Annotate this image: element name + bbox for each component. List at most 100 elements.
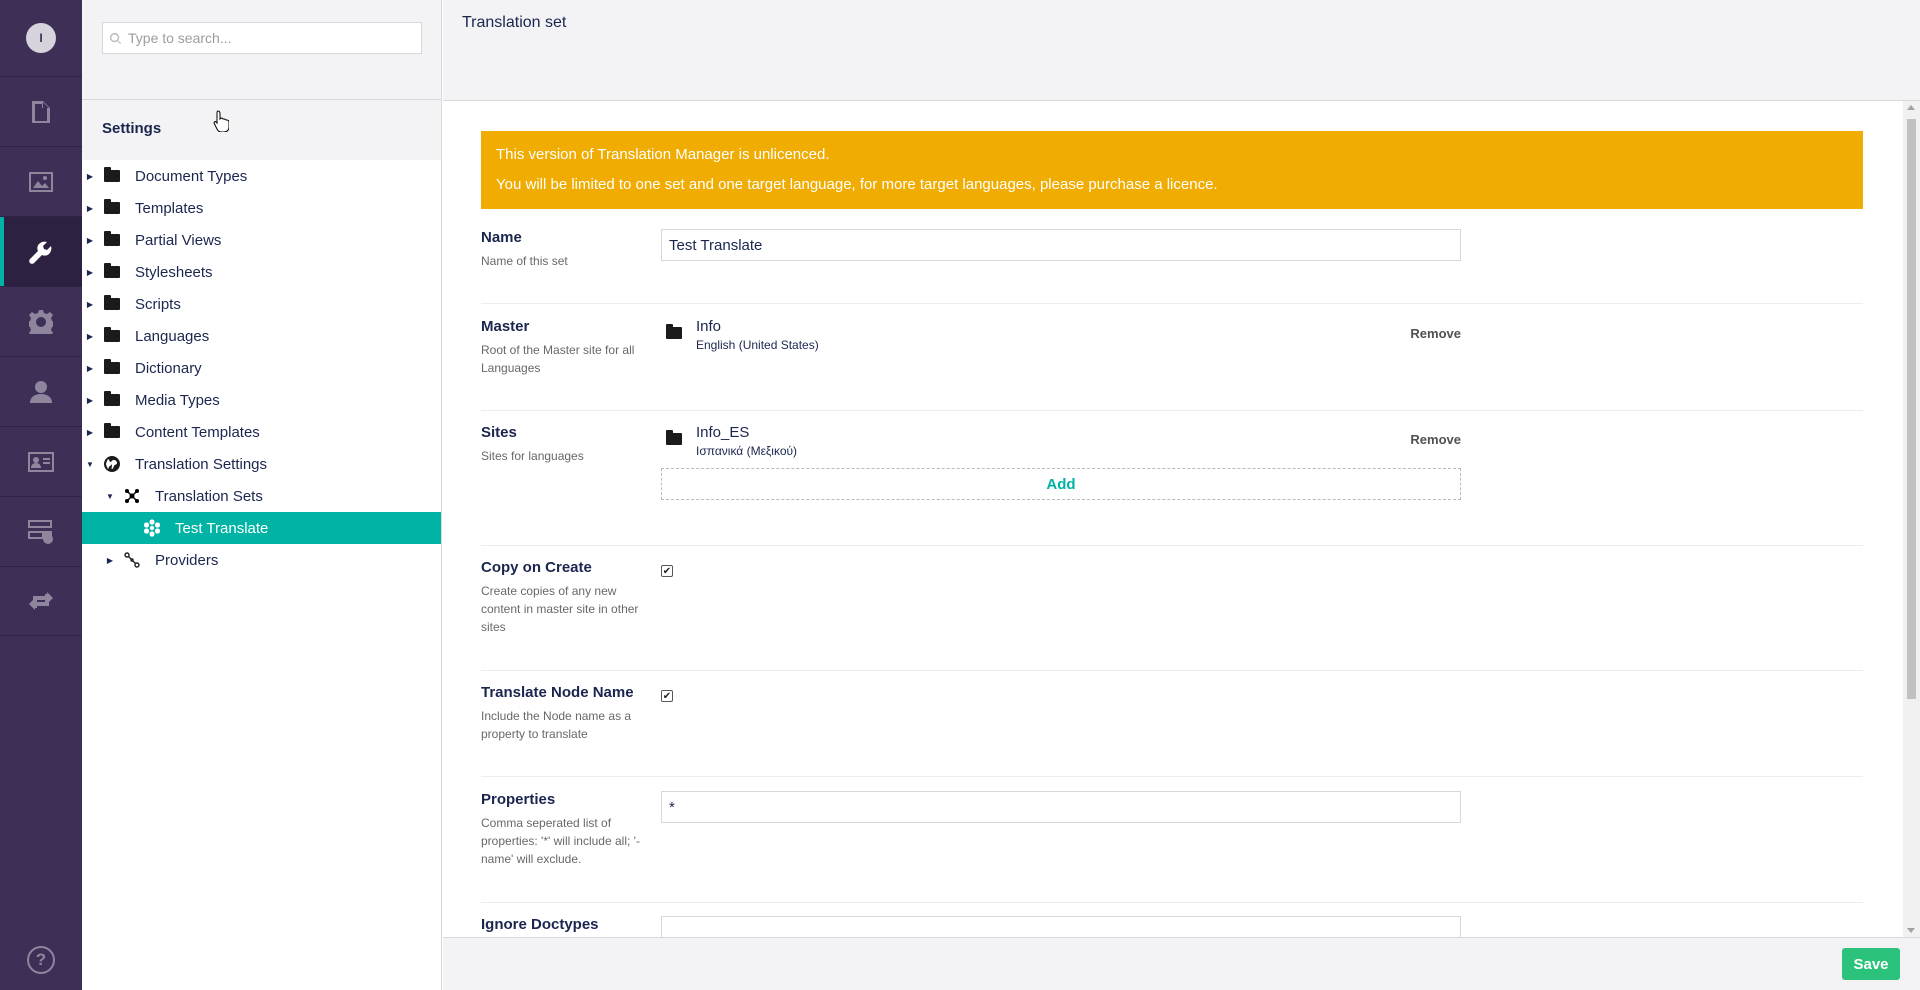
page-title: Translation set (462, 14, 567, 31)
licence-warning-line2: You will be limited to one set and one t… (496, 176, 1218, 193)
tree-item-languages[interactable]: ▶ Languages (82, 320, 441, 352)
section-forms[interactable] (0, 496, 82, 566)
tree-item-templates[interactable]: ▶ Templates (82, 192, 441, 224)
tree-item-document-types[interactable]: ▶ Document Types (82, 160, 441, 192)
property-translate-node-name: Translate Node Name Include the Node nam… (481, 684, 1863, 777)
editor-footer: Save (443, 937, 1920, 990)
editor-scrollbar[interactable] (1903, 101, 1920, 937)
tree-item-translation-sets[interactable]: ▼ Translation Sets (82, 480, 441, 512)
property-label: Name (481, 229, 522, 246)
property-description: Sites for languages (481, 449, 584, 463)
tree-item-label: Document Types (135, 167, 248, 185)
tree-item-media-types[interactable]: ▶ Media Types (82, 384, 441, 416)
property-description: Create copies of any new content in mast… (481, 584, 639, 634)
globe-icon (104, 456, 120, 472)
caret-right-icon[interactable]: ▶ (85, 428, 95, 437)
save-button[interactable]: Save (1842, 948, 1900, 980)
property-label: Master (481, 318, 530, 335)
scrollbar-thumb[interactable] (1907, 119, 1916, 699)
caret-right-icon[interactable]: ▶ (85, 204, 95, 213)
folder-icon (104, 423, 120, 438)
editor-panel: Translation set This version of Translat… (443, 0, 1920, 990)
section-media[interactable] (0, 146, 82, 216)
help-area: ? (0, 946, 82, 974)
translate-node-name-checkbox[interactable]: ✔ (661, 690, 673, 702)
caret-right-icon[interactable]: ▶ (85, 300, 95, 309)
property-description: Root of the Master site for all Language… (481, 343, 635, 375)
property-ignore-doctypes: Ignore Doctypes (481, 916, 1863, 937)
scroll-down-arrow-icon[interactable] (1907, 928, 1915, 933)
tree-list: ▶ Document Types ▶ Templates ▶ Partial V… (82, 160, 441, 576)
tree-item-label: Content Templates (135, 423, 260, 441)
site-node-name: Info_ES (696, 424, 750, 441)
tree-item-label: Test Translate (175, 519, 269, 537)
site-node-culture: Ισπανικά (Μεξικού) (696, 444, 798, 458)
media-icon (29, 171, 53, 192)
section-settings[interactable] (0, 216, 82, 286)
licence-warning: This version of Translation Manager is u… (481, 131, 1863, 209)
folder-icon (104, 263, 120, 278)
section-rail: I ? (0, 0, 82, 990)
help-icon[interactable]: ? (27, 946, 55, 974)
caret-right-icon[interactable]: ▶ (85, 236, 95, 245)
translation-icon (29, 592, 53, 610)
properties-input[interactable] (661, 791, 1461, 823)
folder-icon (104, 359, 120, 374)
master-remove-button[interactable]: Remove (1410, 326, 1461, 341)
tree-item-label: Dictionary (135, 359, 202, 377)
settings-wrench-icon (29, 241, 52, 264)
tree-item-label: Partial Views (135, 231, 222, 249)
caret-right-icon[interactable]: ▶ (85, 396, 95, 405)
section-members[interactable] (0, 426, 82, 496)
tree-item-scripts[interactable]: ▶ Scripts (82, 288, 441, 320)
property-label: Properties (481, 791, 556, 808)
add-site-button[interactable]: Add (661, 468, 1461, 500)
section-users[interactable] (0, 356, 82, 426)
tree-item-stylesheets[interactable]: ▶ Stylesheets (82, 256, 441, 288)
section-content[interactable] (0, 76, 82, 146)
licence-warning-line1: This version of Translation Manager is u… (496, 146, 830, 163)
copy-on-create-checkbox[interactable]: ✔ (661, 565, 673, 577)
tree-item-dictionary[interactable]: ▶ Dictionary (82, 352, 441, 384)
users-icon (30, 380, 52, 403)
members-icon (28, 451, 54, 472)
site-node-picker: Info_ES Ισπανικά (Μεξικού) Remove (661, 424, 1461, 468)
tree-item-providers[interactable]: ▶ Providers (82, 544, 441, 576)
section-translation[interactable] (0, 566, 82, 636)
folder-icon (666, 324, 682, 339)
tree-item-label: Templates (135, 199, 204, 217)
editor-body: This version of Translation Manager is u… (443, 101, 1903, 937)
property-sites: Sites Sites for languages Info_ES Ισπανι… (481, 424, 1863, 546)
tree-item-partial-views[interactable]: ▶ Partial Views (82, 224, 441, 256)
ignore-doctypes-input[interactable] (661, 916, 1461, 937)
caret-down-icon[interactable]: ▼ (105, 492, 115, 501)
site-remove-button[interactable]: Remove (1410, 432, 1461, 447)
mouse-cursor-icon (213, 110, 229, 132)
folder-icon (666, 430, 682, 445)
search-input[interactable] (103, 23, 421, 53)
scroll-up-arrow-icon[interactable] (1907, 105, 1915, 110)
caret-down-icon[interactable]: ▼ (85, 460, 95, 469)
tree-item-test-translate[interactable]: Test Translate (82, 512, 441, 544)
tree-item-label: Stylesheets (135, 263, 213, 281)
folder-icon (104, 295, 120, 310)
caret-right-icon[interactable]: ▶ (85, 332, 95, 341)
content-icon (32, 100, 50, 123)
tree-item-content-templates[interactable]: ▶ Content Templates (82, 416, 441, 448)
folder-icon (104, 231, 120, 246)
search-box (102, 22, 422, 54)
property-label: Translate Node Name (481, 684, 634, 701)
folder-icon (104, 391, 120, 406)
packages-gear-icon (29, 309, 53, 334)
section-packages[interactable] (0, 286, 82, 356)
folder-icon (104, 167, 120, 182)
caret-right-icon[interactable]: ▶ (85, 268, 95, 277)
caret-right-icon[interactable]: ▶ (85, 172, 95, 181)
property-description: Name of this set (481, 254, 568, 268)
caret-right-icon[interactable]: ▶ (85, 364, 95, 373)
tree-item-translation-settings[interactable]: ▼ Translation Settings (82, 448, 441, 480)
name-input[interactable] (661, 229, 1461, 261)
caret-right-icon[interactable]: ▶ (105, 556, 115, 565)
tree-item-label: Translation Sets (155, 487, 263, 505)
user-avatar[interactable]: I (26, 23, 56, 53)
